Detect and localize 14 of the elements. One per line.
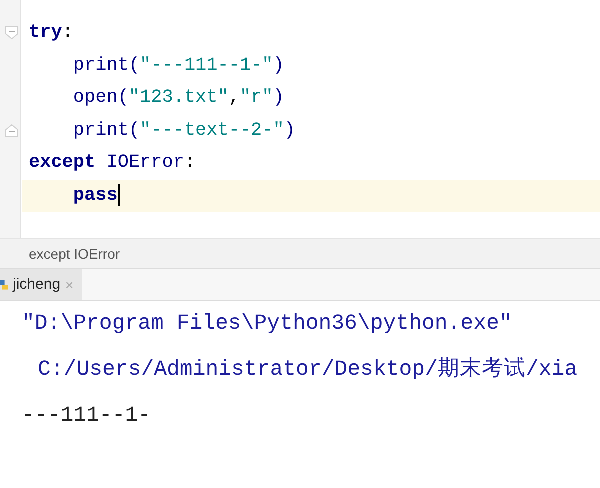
run-tab[interactable]: jicheng ×	[0, 269, 82, 300]
code-editor[interactable]: try: print("---111--1-") open("123.txt","r") print("---text--2-") except IOError: pass	[0, 0, 600, 238]
code-line: print("---text--2-")	[72, 118, 296, 143]
text-cursor	[118, 184, 120, 206]
code-line: except IOError:	[29, 151, 196, 176]
console-line: ---111--1-	[22, 403, 152, 430]
code-line: pass	[72, 184, 120, 208]
code-line: try:	[29, 21, 74, 46]
code-line: open("123.txt","r")	[72, 86, 284, 110]
code-line: print("---111--1-")	[72, 54, 284, 78]
console-line: C:/Users/Administrator/Desktop/期末考试/xia	[37, 356, 579, 384]
console-line: "D:\Program Files\Python36\python.exe"	[22, 311, 514, 338]
breadcrumb[interactable]: except IOError	[29, 246, 120, 262]
python-file-icon	[0, 278, 8, 292]
